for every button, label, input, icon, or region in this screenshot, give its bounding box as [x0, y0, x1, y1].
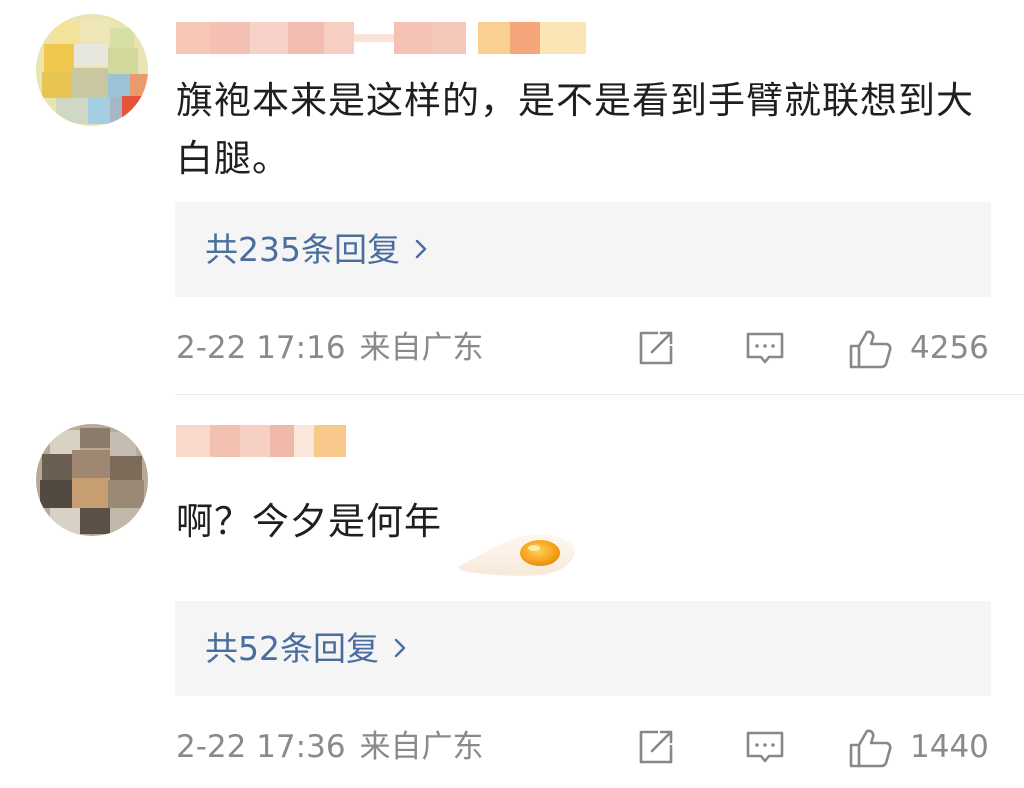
comment-button[interactable] [744, 328, 786, 368]
comment-text: 啊？今夕是何年 [176, 500, 442, 543]
avatar[interactable] [36, 424, 148, 536]
like-count: 1440 [910, 729, 989, 765]
username-blurred[interactable] [176, 22, 586, 54]
comment-icon [746, 731, 784, 763]
share-button[interactable] [636, 727, 676, 767]
comment-button[interactable] [744, 727, 786, 767]
share-icon [639, 730, 673, 764]
comment-meta: 2-22 17:16 来自广东 [176, 328, 484, 368]
timestamp: 2-22 17:36 [176, 729, 346, 765]
like-icon [849, 729, 892, 768]
comment-icon [746, 332, 784, 364]
like-icon [849, 330, 892, 369]
chevron-right-icon [393, 628, 407, 668]
comment-meta: 2-22 17:36 来自广东 [176, 727, 484, 767]
view-replies-button[interactable]: 共235条回复 [175, 202, 991, 297]
fried-egg-sticker [456, 527, 578, 581]
reply-summary: 共52条回复 [205, 629, 379, 668]
timestamp: 2-22 17:16 [176, 330, 346, 366]
location: 来自广东 [359, 729, 484, 765]
location: 来自广东 [359, 330, 484, 366]
comment-text: 旗袍本来是这样的，是不是看到手臂就联想到大白腿。 [176, 79, 974, 180]
chevron-right-icon [414, 229, 428, 269]
share-icon [639, 331, 673, 365]
like-count: 4256 [910, 330, 989, 366]
avatar[interactable] [36, 14, 148, 126]
username-blurred[interactable] [176, 425, 346, 457]
share-button[interactable] [636, 328, 676, 368]
view-replies-button[interactable]: 共52条回复 [175, 601, 991, 696]
comment-item: 啊？今夕是何年 共52条回复 2-22 17:36 来自广东 1440 [0, 395, 1024, 788]
comment-item: 旗袍本来是这样的，是不是看到手臂就联想到大白腿。 共235条回复 2-22 17… [0, 0, 1024, 394]
reply-summary: 共235条回复 [205, 230, 400, 269]
